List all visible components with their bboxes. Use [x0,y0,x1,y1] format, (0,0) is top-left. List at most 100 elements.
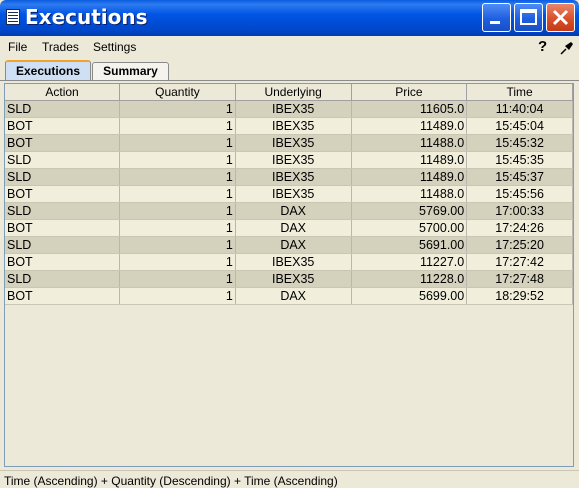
table-row[interactable]: SLD 1 DAX 5691.00 17:25:20 [5,236,573,254]
cell-time: 15:45:35 [466,151,573,169]
maximize-icon [520,9,537,25]
cell-price: 11228.0 [351,270,468,288]
cell-price: 11489.0 [351,151,468,169]
table-row[interactable]: BOT 1 IBEX35 11489.0 15:45:04 [5,117,573,135]
pin-icon[interactable] [559,40,575,56]
table-row[interactable]: BOT 1 IBEX35 11488.0 15:45:32 [5,134,573,152]
cell-action: BOT [5,253,121,271]
cell-action: SLD [5,236,121,254]
cell-price: 11488.0 [351,134,468,152]
cell-action: SLD [5,100,121,118]
cell-underlying: IBEX35 [235,100,352,118]
table-row[interactable]: SLD 1 IBEX35 11228.0 17:27:48 [5,270,573,288]
table-row[interactable]: BOT 1 IBEX35 11488.0 15:45:56 [5,185,573,203]
cell-quantity: 1 [119,270,236,288]
cell-time: 17:24:26 [466,219,573,237]
sort-order-text: Time (Ascending) + Quantity (Descending)… [4,474,338,488]
cell-underlying: IBEX35 [235,117,352,135]
column-header-time[interactable]: Time [466,84,573,101]
cell-quantity: 1 [119,185,236,203]
cell-time: 17:27:48 [466,270,573,288]
executions-grid: Action Quantity Underlying Price Time SL… [5,84,573,305]
cell-quantity: 1 [119,236,236,254]
window-app-icon[interactable] [6,9,20,25]
menu-file[interactable]: File [8,40,27,54]
column-header-price[interactable]: Price [351,84,468,101]
cell-quantity: 1 [119,202,236,220]
menu-trades[interactable]: Trades [42,40,79,54]
table-row[interactable]: BOT 1 DAX 5700.00 17:24:26 [5,219,573,237]
column-header-underlying[interactable]: Underlying [235,84,352,101]
table-row[interactable]: SLD 1 IBEX35 11489.0 15:45:37 [5,168,573,186]
cell-action: BOT [5,117,121,135]
cell-action: SLD [5,168,121,186]
cell-underlying: DAX [235,236,352,254]
cell-underlying: IBEX35 [235,134,352,152]
cell-underlying: IBEX35 [235,168,352,186]
cell-time: 15:45:32 [466,134,573,152]
close-icon [552,9,569,26]
tab-executions[interactable]: Executions [5,60,91,80]
table-row[interactable]: SLD 1 IBEX35 11489.0 15:45:35 [5,151,573,169]
cell-price: 11489.0 [351,117,468,135]
cell-price: 11605.0 [351,100,468,118]
cell-quantity: 1 [119,117,236,135]
cell-action: SLD [5,270,121,288]
status-bar: Time (Ascending) + Quantity (Descending)… [0,470,579,488]
cell-price: 5700.00 [351,219,468,237]
executions-table: Action Quantity Underlying Price Time SL… [4,83,574,467]
executions-window: Executions File Trades Settings ? Execut… [0,0,579,488]
cell-price: 11489.0 [351,168,468,186]
cell-price: 11488.0 [351,185,468,203]
cell-underlying: IBEX35 [235,185,352,203]
cell-quantity: 1 [119,168,236,186]
cell-action: BOT [5,287,121,305]
cell-underlying: DAX [235,202,352,220]
cell-underlying: DAX [235,287,352,305]
table-row[interactable]: BOT 1 DAX 5699.00 18:29:52 [5,287,573,305]
cell-quantity: 1 [119,151,236,169]
column-header-quantity[interactable]: Quantity [119,84,236,101]
table-header-row: Action Quantity Underlying Price Time [5,84,573,101]
tab-divider [0,80,579,81]
cell-price: 5691.00 [351,236,468,254]
cell-quantity: 1 [119,219,236,237]
minimize-icon [490,21,500,24]
cell-action: BOT [5,134,121,152]
cell-underlying: DAX [235,219,352,237]
cell-time: 15:45:56 [466,185,573,203]
column-header-action[interactable]: Action [5,84,121,101]
cell-underlying: IBEX35 [235,151,352,169]
title-bar[interactable]: Executions [0,0,579,36]
menu-settings[interactable]: Settings [93,40,136,54]
table-row[interactable]: SLD 1 IBEX35 11605.0 11:40:04 [5,100,573,118]
cell-price: 5769.00 [351,202,468,220]
cell-time: 15:45:04 [466,117,573,135]
table-row[interactable]: SLD 1 DAX 5769.00 17:00:33 [5,202,573,220]
cell-price: 11227.0 [351,253,468,271]
cell-time: 18:29:52 [466,287,573,305]
minimize-button[interactable] [482,3,511,32]
cell-action: BOT [5,185,121,203]
window-title: Executions [25,5,148,29]
cell-time: 15:45:37 [466,168,573,186]
cell-time: 17:00:33 [466,202,573,220]
cell-action: BOT [5,219,121,237]
cell-quantity: 1 [119,287,236,305]
cell-quantity: 1 [119,100,236,118]
cell-quantity: 1 [119,134,236,152]
cell-underlying: IBEX35 [235,270,352,288]
cell-time: 17:27:42 [466,253,573,271]
cell-action: SLD [5,151,121,169]
cell-underlying: IBEX35 [235,253,352,271]
cell-price: 5699.00 [351,287,468,305]
cell-quantity: 1 [119,253,236,271]
close-button[interactable] [546,3,575,32]
tab-summary[interactable]: Summary [92,62,169,80]
cell-time: 11:40:04 [466,100,573,118]
maximize-button[interactable] [514,3,543,32]
table-row[interactable]: BOT 1 IBEX35 11227.0 17:27:42 [5,253,573,271]
help-icon[interactable]: ? [538,38,547,55]
menu-bar: File Trades Settings [0,36,579,58]
cell-action: SLD [5,202,121,220]
